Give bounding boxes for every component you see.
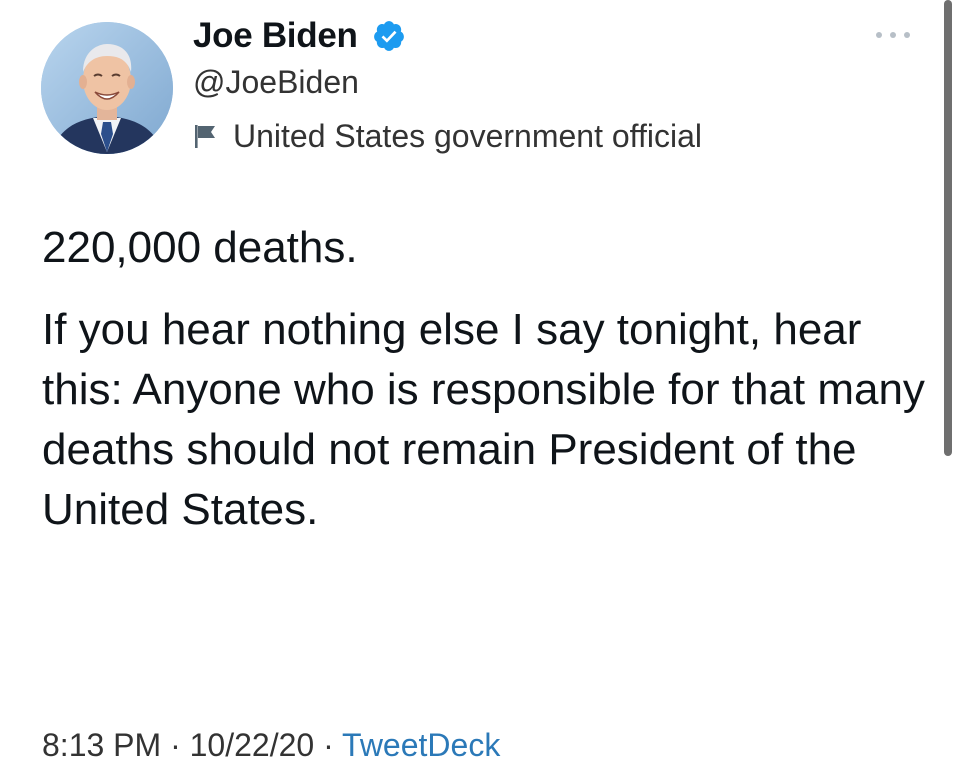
tweet-time[interactable]: 8:13 PM xyxy=(42,727,161,763)
tweet-date[interactable]: 10/22/20 xyxy=(190,727,315,763)
scrollbar[interactable] xyxy=(944,0,952,456)
author-display-name[interactable]: Joe Biden xyxy=(193,14,358,58)
tweet-card: Joe Biden @JoeBiden United States govern… xyxy=(0,0,960,779)
tweet-paragraph: If you hear nothing else I say tonight, … xyxy=(42,305,925,534)
tweet-source-link[interactable]: TweetDeck xyxy=(342,727,500,763)
government-label: United States government official xyxy=(193,114,702,158)
author-handle[interactable]: @JoeBiden xyxy=(193,62,359,102)
government-label-text: United States government official xyxy=(233,118,702,154)
verified-badge-icon xyxy=(374,21,404,51)
tweet-metadata: 8:13 PM · 10/22/20 · TweetDeck xyxy=(42,724,500,766)
meta-separator: · xyxy=(314,727,343,763)
profile-avatar[interactable] xyxy=(41,22,173,154)
tweet-text: 220,000 deaths. If you hear nothing else… xyxy=(42,218,932,540)
avatar-image xyxy=(41,22,173,154)
tweet-paragraph: 220,000 deaths. xyxy=(42,223,358,272)
meta-separator: · xyxy=(161,727,190,763)
flag-icon xyxy=(195,125,215,148)
more-options-icon[interactable] xyxy=(873,28,913,42)
